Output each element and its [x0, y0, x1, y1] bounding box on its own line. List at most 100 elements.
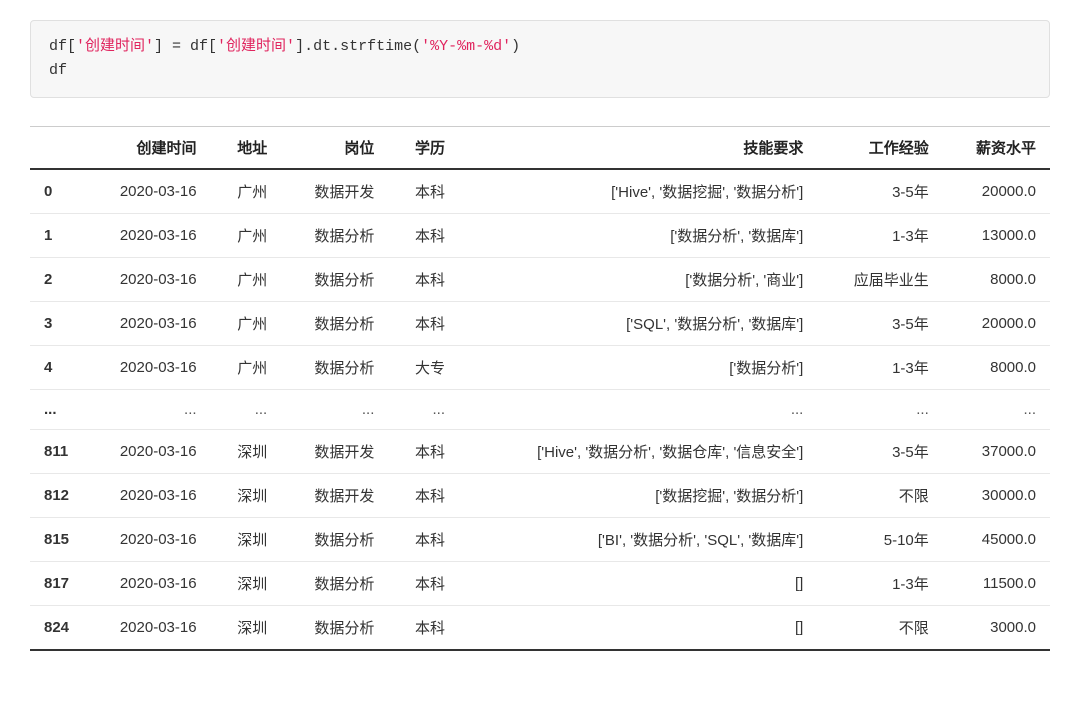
col-header-edu: 学历: [388, 127, 459, 170]
cell-city: 广州: [211, 346, 282, 390]
cell-position: 数据开发: [281, 169, 388, 214]
cell-exp: 3-5年: [817, 169, 942, 214]
cell-salary: 20000.0: [943, 302, 1050, 346]
cell-city: 广州: [211, 214, 282, 258]
code-line1-prefix: df[: [49, 38, 76, 55]
cell-exp: 不限: [817, 474, 942, 518]
cell-index: 817: [30, 562, 83, 606]
cell-date: 2020-03-16: [83, 214, 211, 258]
cell-skills: ['数据挖掘', '数据分析']: [459, 474, 817, 518]
table-row: 02020-03-16广州数据开发本科['Hive', '数据挖掘', '数据分…: [30, 169, 1050, 214]
cell-city: ...: [211, 390, 282, 430]
cell-edu: 本科: [388, 606, 459, 651]
cell-exp: 3-5年: [817, 430, 942, 474]
col-header-exp: 工作经验: [817, 127, 942, 170]
cell-exp: 不限: [817, 606, 942, 651]
table-row: 8242020-03-16深圳数据分析本科[]不限3000.0: [30, 606, 1050, 651]
cell-salary: 8000.0: [943, 258, 1050, 302]
cell-position: ...: [281, 390, 388, 430]
cell-skills: ['Hive', '数据分析', '数据仓库', '信息安全']: [459, 430, 817, 474]
cell-salary: 37000.0: [943, 430, 1050, 474]
cell-city: 深圳: [211, 606, 282, 651]
cell-date: 2020-03-16: [83, 518, 211, 562]
cell-salary: 8000.0: [943, 346, 1050, 390]
code-block: df['创建时间'] = df['创建时间'].dt.strftime('%Y-…: [30, 20, 1050, 98]
cell-exp: 应届毕业生: [817, 258, 942, 302]
cell-date: 2020-03-16: [83, 606, 211, 651]
cell-city: 深圳: [211, 474, 282, 518]
cell-index: 2: [30, 258, 83, 302]
code-line2: df: [49, 62, 67, 79]
cell-position: 数据开发: [281, 430, 388, 474]
code-string3: '%Y-%m-%d': [421, 38, 511, 55]
cell-date: 2020-03-16: [83, 169, 211, 214]
cell-salary: 20000.0: [943, 169, 1050, 214]
cell-city: 广州: [211, 302, 282, 346]
cell-city: 广州: [211, 169, 282, 214]
cell-skills: ['数据分析', '数据库']: [459, 214, 817, 258]
cell-salary: 45000.0: [943, 518, 1050, 562]
cell-index: 811: [30, 430, 83, 474]
table-row: 32020-03-16广州数据分析本科['SQL', '数据分析', '数据库'…: [30, 302, 1050, 346]
cell-salary: 3000.0: [943, 606, 1050, 651]
cell-index: 812: [30, 474, 83, 518]
cell-position: 数据分析: [281, 214, 388, 258]
cell-exp: 3-5年: [817, 302, 942, 346]
table-row: 8152020-03-16深圳数据分析本科['BI', '数据分析', 'SQL…: [30, 518, 1050, 562]
cell-edu: ...: [388, 390, 459, 430]
col-header-salary: 薪资水平: [943, 127, 1050, 170]
cell-edu: 本科: [388, 302, 459, 346]
cell-edu: 本科: [388, 214, 459, 258]
cell-skills: ['SQL', '数据分析', '数据库']: [459, 302, 817, 346]
col-header-date: 创建时间: [83, 127, 211, 170]
cell-salary: 11500.0: [943, 562, 1050, 606]
cell-salary: ...: [943, 390, 1050, 430]
cell-exp: 5-10年: [817, 518, 942, 562]
cell-index: 0: [30, 169, 83, 214]
cell-date: 2020-03-16: [83, 258, 211, 302]
cell-index: ...: [30, 390, 83, 430]
cell-skills: []: [459, 606, 817, 651]
cell-position: 数据开发: [281, 474, 388, 518]
table-row: ........................: [30, 390, 1050, 430]
code-string2: '创建时间': [217, 38, 295, 55]
code-method: ].dt.strftime(: [295, 38, 421, 55]
cell-date: 2020-03-16: [83, 562, 211, 606]
col-header-city: 地址: [211, 127, 282, 170]
cell-position: 数据分析: [281, 518, 388, 562]
cell-skills: ['Hive', '数据挖掘', '数据分析']: [459, 169, 817, 214]
cell-salary: 30000.0: [943, 474, 1050, 518]
data-table: 创建时间 地址 岗位 学历 技能要求 工作经验 薪资水平 02020-03-16…: [30, 126, 1050, 651]
cell-city: 深圳: [211, 518, 282, 562]
cell-date: 2020-03-16: [83, 302, 211, 346]
cell-exp: ...: [817, 390, 942, 430]
col-header-skills: 技能要求: [459, 127, 817, 170]
cell-index: 815: [30, 518, 83, 562]
data-table-container: 创建时间 地址 岗位 学历 技能要求 工作经验 薪资水平 02020-03-16…: [30, 126, 1050, 651]
cell-index: 3: [30, 302, 83, 346]
cell-edu: 本科: [388, 518, 459, 562]
table-header-row: 创建时间 地址 岗位 学历 技能要求 工作经验 薪资水平: [30, 127, 1050, 170]
cell-exp: 1-3年: [817, 346, 942, 390]
cell-edu: 本科: [388, 169, 459, 214]
table-row: 8122020-03-16深圳数据开发本科['数据挖掘', '数据分析']不限3…: [30, 474, 1050, 518]
cell-index: 824: [30, 606, 83, 651]
cell-skills: ['BI', '数据分析', 'SQL', '数据库']: [459, 518, 817, 562]
col-header-position: 岗位: [281, 127, 388, 170]
page-container: df['创建时间'] = df['创建时间'].dt.strftime('%Y-…: [0, 0, 1080, 681]
cell-skills: []: [459, 562, 817, 606]
cell-position: 数据分析: [281, 302, 388, 346]
cell-skills: ...: [459, 390, 817, 430]
table-row: 42020-03-16广州数据分析大专['数据分析']1-3年8000.0: [30, 346, 1050, 390]
table-row: 8172020-03-16深圳数据分析本科[]1-3年11500.0: [30, 562, 1050, 606]
cell-exp: 1-3年: [817, 214, 942, 258]
cell-position: 数据分析: [281, 562, 388, 606]
cell-city: 广州: [211, 258, 282, 302]
cell-skills: ['数据分析']: [459, 346, 817, 390]
table-row: 12020-03-16广州数据分析本科['数据分析', '数据库']1-3年13…: [30, 214, 1050, 258]
cell-date: 2020-03-16: [83, 430, 211, 474]
cell-exp: 1-3年: [817, 562, 942, 606]
cell-date: 2020-03-16: [83, 474, 211, 518]
cell-position: 数据分析: [281, 258, 388, 302]
code-string1: '创建时间': [76, 38, 154, 55]
